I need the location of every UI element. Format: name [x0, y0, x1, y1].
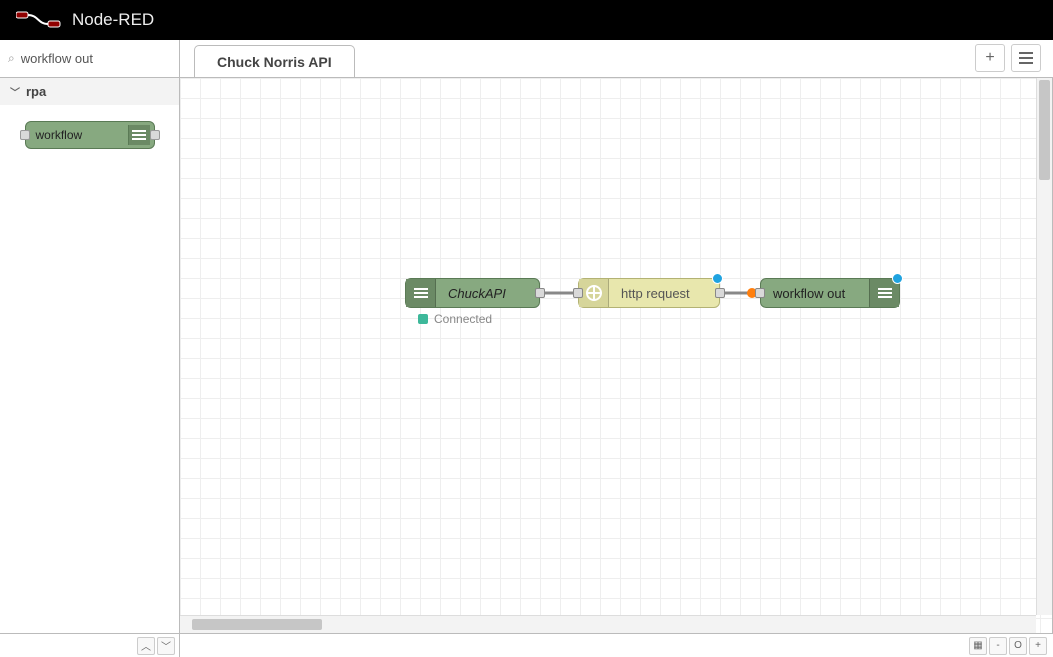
horizontal-scrollbar[interactable] [180, 615, 1036, 633]
flow-node-workflow-out[interactable]: workflow out [760, 278, 900, 308]
node-input-port[interactable] [755, 288, 765, 298]
plus-icon: + [985, 49, 994, 67]
zoom-out-button[interactable]: - [989, 637, 1007, 655]
node-output-port[interactable] [715, 288, 725, 298]
map-icon: ▦ [973, 640, 982, 651]
status-text: Connected [434, 312, 492, 326]
bars-icon [406, 279, 436, 307]
add-flow-button[interactable]: + [975, 44, 1005, 72]
navigator-button[interactable]: ▦ [969, 637, 987, 655]
globe-icon [579, 279, 609, 307]
workspace: Chuck Norris API + ChuckAPI [180, 40, 1053, 657]
palette-body: workflow [0, 105, 179, 633]
chevron-up-icon: ︿ [141, 638, 151, 653]
palette-node-label: workflow [36, 128, 83, 142]
workspace-footer: ▦ - O + [180, 633, 1053, 657]
plus-icon: + [1035, 640, 1041, 651]
app-title: Node-RED [72, 10, 154, 30]
circle-icon: O [1014, 640, 1022, 651]
palette-search: ⌕ × [0, 40, 179, 78]
palette-node-workflow[interactable]: workflow [25, 121, 155, 149]
search-icon: ⌕ [8, 51, 15, 66]
palette-collapse-button[interactable]: ︿ [137, 637, 155, 655]
changed-indicator-icon [712, 273, 723, 284]
flow-node-label: workflow out [761, 286, 869, 301]
palette-expand-button[interactable]: ﹀ [157, 637, 175, 655]
scrollbar-thumb[interactable] [1039, 80, 1050, 180]
tab-chuck-norris-api[interactable]: Chuck Norris API [194, 45, 355, 77]
chevron-down-icon: ﹀ [161, 638, 171, 653]
palette-footer: ︿ ﹀ [0, 633, 179, 657]
changed-indicator-icon [892, 273, 903, 284]
node-status: Connected [418, 312, 492, 326]
scrollbar-thumb[interactable] [192, 619, 322, 630]
node-red-logo [16, 11, 62, 29]
node-input-port[interactable] [573, 288, 583, 298]
node-port [150, 130, 160, 140]
vertical-scrollbar[interactable] [1036, 78, 1052, 615]
flow-canvas[interactable]: ChuckAPI Connected http request [180, 78, 1052, 633]
flow-node-chuckapi[interactable]: ChuckAPI [405, 278, 540, 308]
flow-node-label: http request [609, 286, 702, 301]
node-output-port[interactable] [535, 288, 545, 298]
minus-icon: - [996, 640, 999, 651]
bars-icon [128, 125, 150, 145]
flow-node-label: ChuckAPI [436, 286, 518, 301]
list-icon [1019, 57, 1033, 59]
node-port [20, 130, 30, 140]
zoom-reset-button[interactable]: O [1009, 637, 1027, 655]
chevron-down-icon: ﹀ [10, 84, 20, 99]
tab-label: Chuck Norris API [217, 54, 332, 70]
palette-search-input[interactable] [21, 51, 197, 66]
flow-node-http-request[interactable]: http request [578, 278, 720, 308]
palette: ⌕ × ﹀ rpa workflow ︿ ﹀ [0, 40, 180, 657]
palette-category-label: rpa [26, 84, 46, 99]
zoom-in-button[interactable]: + [1029, 637, 1047, 655]
app-header: Node-RED [0, 0, 1053, 40]
status-indicator-icon [418, 314, 428, 324]
canvas-wrap: ChuckAPI Connected http request [180, 78, 1053, 633]
list-flows-button[interactable] [1011, 44, 1041, 72]
tab-bar: Chuck Norris API + [180, 40, 1053, 78]
palette-category-rpa[interactable]: ﹀ rpa [0, 78, 179, 105]
